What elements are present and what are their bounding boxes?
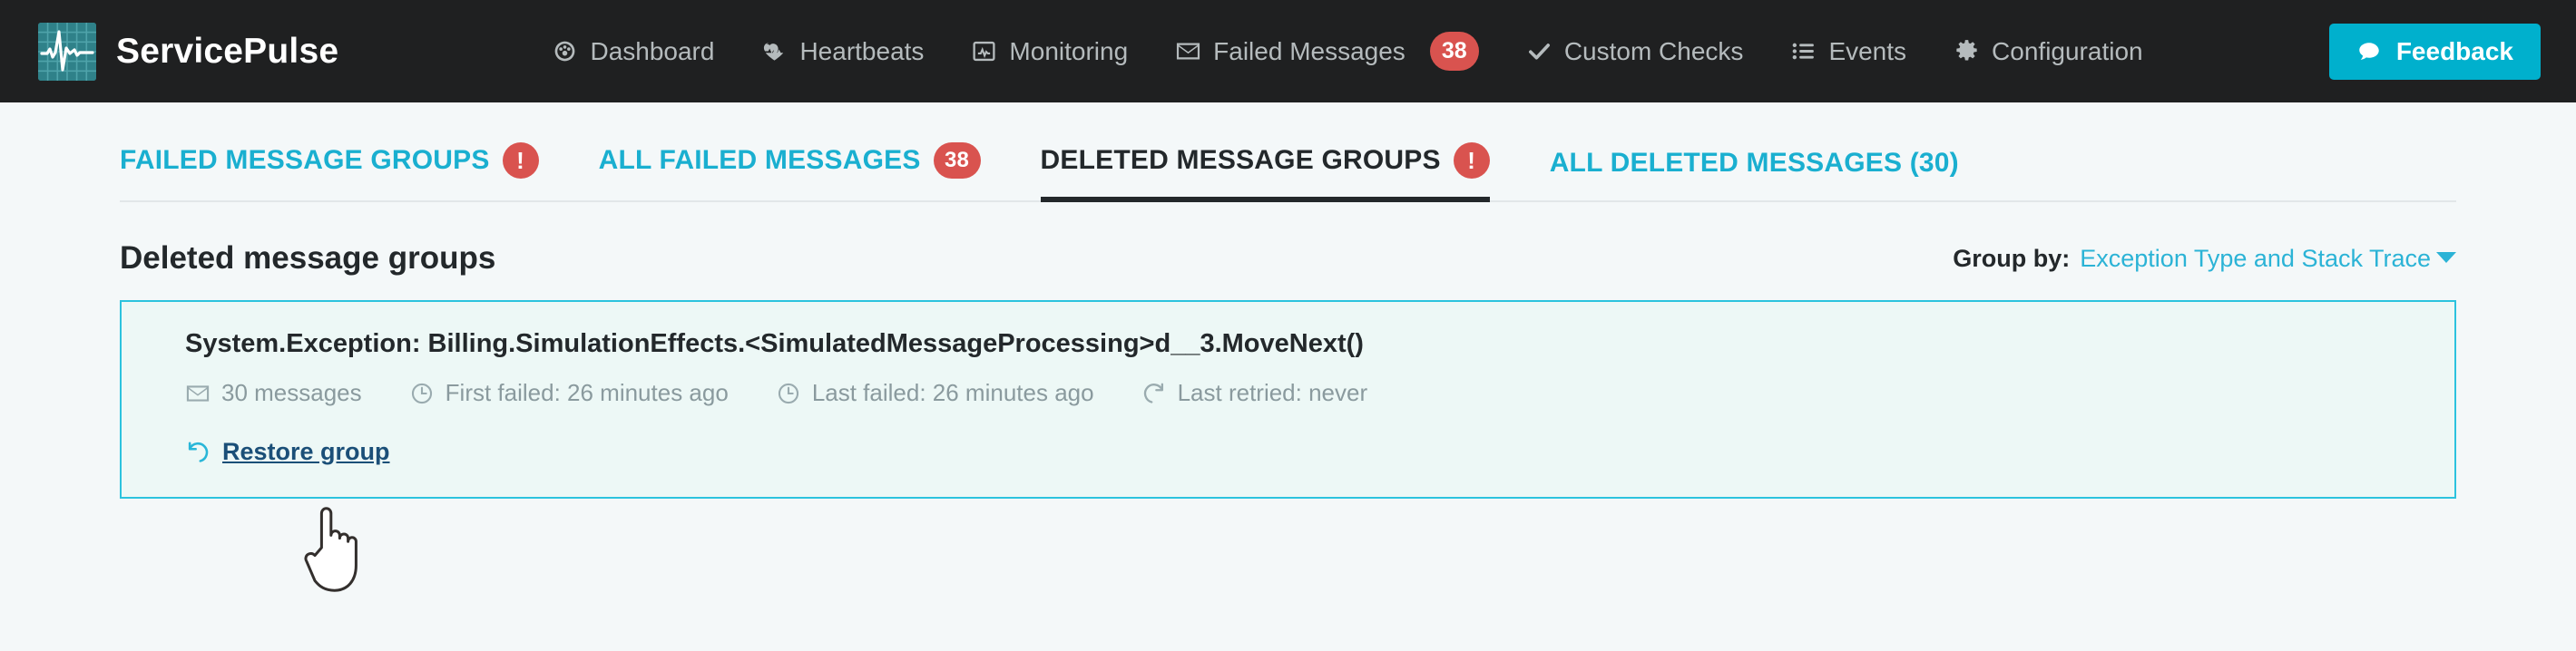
group-by-label: Group by: — [1953, 244, 2071, 272]
section-header: Deleted message groups Group by: Excepti… — [120, 202, 2456, 300]
tab-label: ALL DELETED MESSAGES (30) — [1549, 148, 1959, 178]
clock-icon — [776, 381, 801, 406]
group-exception-title: System.Exception: Billing.SimulationEffe… — [185, 329, 1364, 358]
brand-name: ServicePulse — [116, 31, 339, 71]
nav-item-label: Events — [1828, 36, 1907, 65]
tab-label: ALL FAILED MESSAGES — [598, 145, 921, 175]
meta-last-failed: Last failed: 26 minutes ago — [776, 379, 1094, 407]
meta-message-count: 30 messages — [185, 379, 362, 407]
page-title: Deleted message groups — [120, 240, 496, 276]
nav-item-label: Dashboard — [590, 36, 715, 65]
mouse-cursor-pointing-hand — [298, 501, 368, 598]
dashboard-gauge-icon — [552, 38, 578, 64]
group-by-selected-value: Exception Type and Stack Trace — [2080, 244, 2431, 272]
meta-label: 30 messages — [221, 379, 362, 406]
meta-first-failed: First failed: 26 minutes ago — [409, 379, 729, 407]
nav-item-label: Heartbeats — [799, 36, 925, 65]
nav-item-label: Monitoring — [1009, 36, 1129, 65]
tab-deleted-message-groups[interactable]: DELETED MESSAGE GROUPS ! — [1040, 142, 1490, 202]
alert-badge: ! — [1453, 142, 1490, 179]
speech-bubble-icon — [2356, 39, 2382, 64]
nav-item-label: Custom Checks — [1563, 36, 1744, 65]
tab-label: FAILED MESSAGE GROUPS — [120, 145, 490, 175]
nav-item-heartbeats[interactable]: Heartbeats — [738, 37, 947, 66]
nav-item-label: Configuration — [1992, 36, 2143, 65]
restore-group-link[interactable]: Restore group — [185, 438, 390, 466]
nav-item-monitoring[interactable]: Monitoring — [947, 37, 1151, 66]
feedback-button-label: Feedback — [2395, 36, 2513, 65]
tab-label: DELETED MESSAGE GROUPS — [1040, 145, 1441, 175]
nav-badge-failed-count: 38 — [1429, 32, 1479, 71]
refresh-icon — [1141, 381, 1167, 406]
top-navbar: ServicePulse Dashboard Heartbeats Monito… — [0, 0, 2576, 102]
undo-arrow-icon — [185, 440, 211, 465]
tab-all-deleted-messages[interactable]: ALL DELETED MESSAGES (30) — [1550, 148, 1959, 202]
meta-label: Last failed: 26 minutes ago — [811, 379, 1094, 406]
group-meta-row: 30 messages First failed: 26 minutes ago — [185, 379, 2454, 407]
nav-item-dashboard[interactable]: Dashboard — [528, 37, 738, 66]
meta-last-retried: Last retried: never — [1141, 379, 1368, 407]
brand[interactable]: ServicePulse — [38, 22, 339, 81]
check-icon — [1526, 38, 1552, 64]
meta-label: Last retried: never — [1177, 379, 1368, 406]
monitor-screen-icon — [971, 38, 997, 64]
tab-all-failed-messages[interactable]: ALL FAILED MESSAGES 38 — [599, 142, 981, 202]
nav-item-configuration[interactable]: Configuration — [1930, 37, 2167, 66]
envelope-icon — [1175, 38, 1201, 64]
group-actions: Restore group — [185, 438, 2454, 466]
meta-label: First failed: 26 minutes ago — [445, 379, 729, 406]
list-icon — [1790, 38, 1817, 64]
group-by-dropdown[interactable]: Exception Type and Stack Trace — [2080, 245, 2456, 273]
group-by-control: Group by: Exception Type and Stack Trace — [1953, 245, 2456, 273]
tab-bar: FAILED MESSAGE GROUPS ! ALL FAILED MESSA… — [120, 102, 2456, 202]
envelope-icon — [185, 381, 211, 406]
nav-item-events[interactable]: Events — [1767, 37, 1930, 66]
restore-group-label: Restore group — [222, 438, 390, 465]
clock-icon — [409, 381, 435, 406]
pulse-waveform-icon — [38, 22, 96, 81]
main-content: FAILED MESSAGE GROUPS ! ALL FAILED MESSA… — [0, 102, 2576, 499]
chevron-down-icon — [2436, 251, 2456, 263]
tab-failed-message-groups[interactable]: FAILED MESSAGE GROUPS ! — [120, 142, 539, 202]
gear-icon — [1954, 38, 1980, 64]
heartbeat-icon — [761, 38, 788, 64]
nav-item-label: Failed Messages — [1213, 36, 1406, 65]
nav-links: Dashboard Heartbeats Monitoring Failed M… — [393, 32, 2302, 71]
deleted-message-group-card[interactable]: System.Exception: Billing.SimulationEffe… — [120, 300, 2456, 499]
nav-item-custom-checks[interactable]: Custom Checks — [1503, 37, 1768, 66]
alert-badge: ! — [502, 142, 539, 179]
count-badge: 38 — [933, 142, 981, 179]
feedback-button[interactable]: Feedback — [2328, 23, 2541, 80]
nav-item-failed-messages[interactable]: Failed Messages 38 — [1151, 32, 1503, 71]
